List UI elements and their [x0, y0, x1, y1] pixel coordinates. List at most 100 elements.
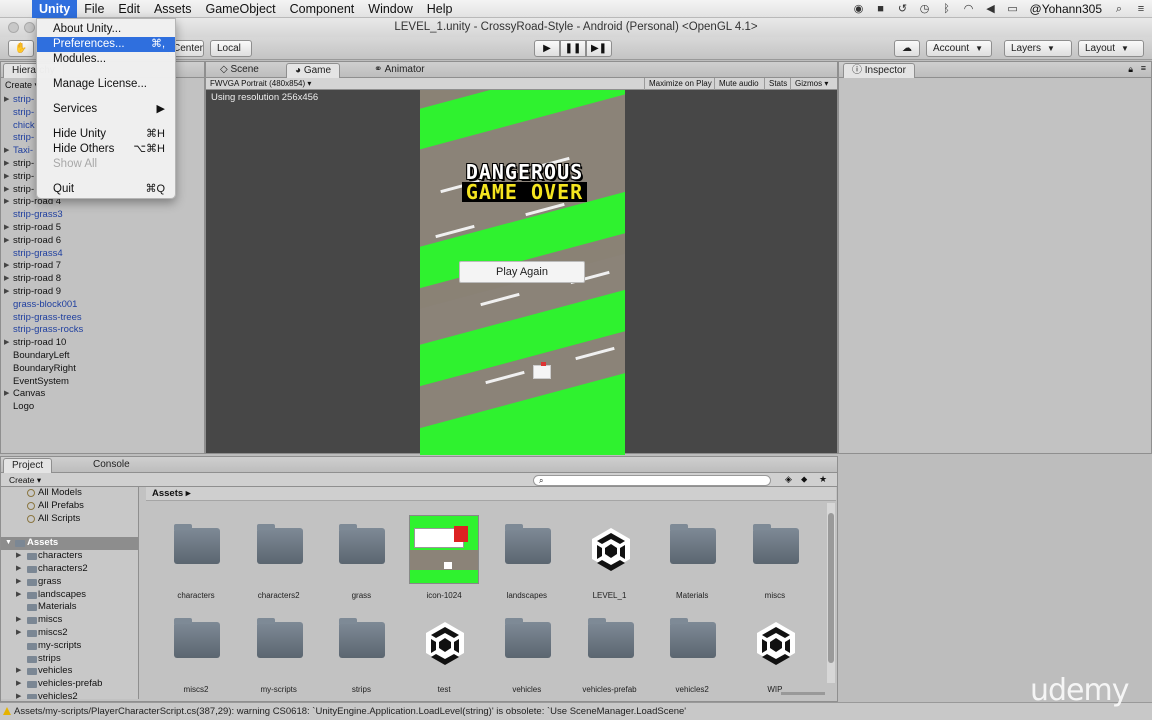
volume-icon[interactable]: ◀	[980, 0, 1002, 18]
asset-item[interactable]: grass	[320, 515, 402, 605]
menu-item-modules[interactable]: Modules...	[37, 52, 175, 67]
expand-arrow-icon[interactable]: ▶	[16, 576, 21, 589]
hierarchy-row[interactable]: ▶ strip-road 6	[1, 235, 204, 248]
expand-arrow-icon[interactable]: ▶	[16, 678, 21, 691]
hierarchy-row[interactable]: EventSystem	[1, 376, 204, 389]
expand-arrow-icon[interactable]: ▶	[4, 222, 9, 235]
play-button[interactable]: ▶	[534, 40, 560, 57]
tree-folder-item[interactable]: my-scripts	[1, 640, 138, 653]
asset-item[interactable]: miscs	[734, 515, 816, 605]
layout-dropdown[interactable]: Layout ▼	[1078, 40, 1144, 57]
expand-arrow-icon[interactable]: ▶	[16, 627, 21, 640]
asset-item[interactable]: characters	[155, 515, 237, 605]
lock-icon[interactable]: 🔒︎	[1128, 64, 1133, 75]
hierarchy-row[interactable]: strip-grass3	[1, 209, 204, 222]
tree-folder-item[interactable]: ▶ vehicles2	[1, 691, 138, 699]
favorite-item[interactable]: All Models	[1, 487, 138, 500]
project-create-button[interactable]: Create ▾	[9, 475, 41, 486]
user-name[interactable]: @Yohann305	[1024, 2, 1108, 16]
asset-item[interactable]: vehicles	[486, 609, 568, 699]
stats-toggle[interactable]: Stats	[764, 78, 791, 90]
expand-arrow-icon[interactable]: ▶	[4, 260, 9, 273]
clock-icon[interactable]: ◷	[914, 0, 936, 18]
cloud-icon[interactable]: ☁	[894, 40, 920, 57]
asset-item[interactable]: Materials	[651, 515, 733, 605]
menu-gameobject[interactable]: GameObject	[198, 0, 282, 18]
gizmos-dropdown[interactable]: Gizmos ▾	[790, 78, 832, 90]
hierarchy-row[interactable]: strip-grass-trees	[1, 312, 204, 325]
tree-folder-item[interactable]: ▶ miscs2	[1, 627, 138, 640]
menu-item-quit[interactable]: Quit ⌘Q	[37, 182, 175, 197]
asset-item[interactable]: vehicles2	[651, 609, 733, 699]
asset-item[interactable]: characters2	[238, 515, 320, 605]
expand-arrow-icon[interactable]: ▶	[16, 550, 21, 563]
step-button[interactable]: ▶❚	[586, 40, 612, 57]
asset-item[interactable]: icon-1024	[403, 515, 485, 605]
tree-folder-item[interactable]: strips	[1, 653, 138, 666]
hierarchy-row[interactable]: BoundaryRight	[1, 363, 204, 376]
wifi-icon[interactable]: ◠	[958, 0, 980, 18]
tab-game[interactable]: ◕ Game	[286, 63, 341, 78]
pause-button[interactable]: ❚❚	[560, 40, 586, 57]
menu-component[interactable]: Component	[283, 0, 362, 18]
hierarchy-row[interactable]: ▶ strip-road 7	[1, 260, 204, 273]
asset-zoom-slider[interactable]	[781, 692, 825, 695]
notification-center-icon[interactable]: ≡	[1130, 0, 1152, 18]
tree-folder-item[interactable]: ▶ landscapes	[1, 589, 138, 602]
menu-window[interactable]: Window	[361, 0, 419, 18]
space-local-toggle[interactable]: Local	[210, 40, 252, 57]
tab-project[interactable]: Project	[3, 458, 53, 473]
expand-arrow-icon[interactable]: ▶	[16, 563, 21, 576]
filter-label-icon[interactable]: ⬥	[801, 474, 807, 485]
menu-item-about[interactable]: About Unity...	[37, 22, 175, 37]
menu-assets[interactable]: Assets	[147, 0, 199, 18]
hierarchy-row[interactable]: strip-grass-rocks	[1, 324, 204, 337]
asset-item[interactable]: WIP	[734, 609, 816, 699]
scrollbar-thumb[interactable]	[828, 513, 834, 663]
filter-type-icon[interactable]: ◈	[785, 474, 792, 485]
menu-item-manage-license[interactable]: Manage License...	[37, 77, 175, 92]
hierarchy-row[interactable]: ▶ strip-road 9	[1, 286, 204, 299]
asset-item[interactable]: test	[403, 609, 485, 699]
battery-icon[interactable]: ▭	[1002, 0, 1024, 18]
expand-arrow-icon[interactable]: ▶	[4, 273, 9, 286]
hierarchy-row[interactable]: ▶ strip-road 8	[1, 273, 204, 286]
game-viewport[interactable]: DANGEROUS GAME OVER Play Again	[420, 90, 625, 455]
tree-root-assets[interactable]: ▼ Assets	[1, 537, 138, 551]
play-again-button[interactable]: Play Again	[459, 261, 585, 283]
expand-arrow-icon[interactable]: ▶	[4, 388, 9, 401]
minimize-window-icon[interactable]	[24, 22, 35, 33]
menu-edit[interactable]: Edit	[111, 0, 147, 18]
menu-item-hide-others[interactable]: Hide Others ⌥⌘H	[37, 142, 175, 157]
expand-arrow-icon[interactable]: ▶	[4, 196, 9, 209]
hierarchy-row[interactable]: grass-block001	[1, 299, 204, 312]
expand-arrow-icon[interactable]: ▶	[4, 337, 9, 350]
menu-help[interactable]: Help	[420, 0, 460, 18]
menu-unity[interactable]: Unity	[32, 0, 78, 18]
spotlight-search-icon[interactable]: ⌕	[1108, 0, 1130, 18]
tree-folder-item[interactable]: ▶ miscs	[1, 614, 138, 627]
tree-folder-item[interactable]: ▶ vehicles	[1, 665, 138, 678]
time-machine-icon[interactable]: ↺	[892, 0, 914, 18]
hierarchy-row[interactable]: ▶ strip-road 5	[1, 222, 204, 235]
hierarchy-row[interactable]: Logo	[1, 401, 204, 414]
record-icon[interactable]: ■	[870, 0, 892, 18]
favorite-star-icon[interactable]: ★	[819, 474, 827, 485]
console-status-bar[interactable]: Assets/my-scripts/PlayerCharacterScript.…	[0, 702, 1152, 720]
expand-arrow-icon[interactable]: ▶	[4, 286, 9, 299]
account-dropdown[interactable]: Account ▼	[926, 40, 992, 57]
tab-scene[interactable]: ◇ Scene	[212, 63, 267, 78]
expand-arrow-icon[interactable]: ▶	[4, 235, 9, 248]
hand-tool-icon[interactable]: ✋	[8, 40, 34, 57]
tree-folder-item[interactable]: ▶ characters	[1, 550, 138, 563]
expand-arrow-icon[interactable]: ▶	[16, 589, 21, 602]
expand-arrow-icon[interactable]: ▶	[16, 614, 21, 627]
asset-scrollbar[interactable]	[827, 503, 835, 683]
asset-item[interactable]: my-scripts	[238, 609, 320, 699]
panel-menu-icon[interactable]: ≡	[1141, 63, 1146, 73]
hierarchy-create-button[interactable]: Create ▾	[5, 80, 39, 91]
tree-folder-item[interactable]: ▶ characters2	[1, 563, 138, 576]
hierarchy-row[interactable]: ▶ strip-road 10	[1, 337, 204, 350]
tab-animator[interactable]: ⚭ Animator	[366, 63, 433, 78]
maximize-on-play-toggle[interactable]: Maximize on Play	[644, 78, 716, 90]
